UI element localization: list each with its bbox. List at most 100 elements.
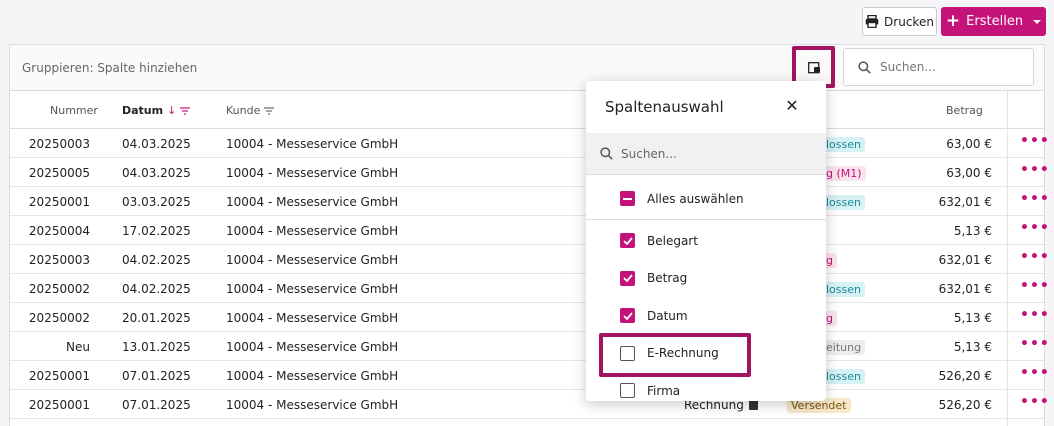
data-grid: Gruppieren: Spalte hinziehen Suchen... N… (9, 44, 1049, 426)
cell-betrag: 526,20 € (938, 398, 992, 412)
cell-nummer: 20250001 (28, 398, 90, 412)
grid-search-input[interactable]: Suchen... (843, 48, 1034, 86)
more-options-icon[interactable]: ••• (1020, 220, 1050, 236)
cell-betrag: 63,00 € (946, 137, 992, 151)
cell-kunde: 10004 - Messeservice GmbH (226, 398, 399, 412)
cell-kunde: 10004 - Messeservice GmbH (226, 166, 399, 180)
cell-datum: 03.03.2025 (122, 195, 191, 209)
popover-search-input[interactable]: Suchen... (586, 133, 826, 175)
cell-betrag: 526,20 € (938, 369, 992, 383)
indeterminate-checkbox-icon[interactable] (620, 191, 635, 206)
status-badge: g (M1) (822, 166, 866, 181)
more-options-icon[interactable]: ••• (1020, 278, 1050, 294)
group-panel-text: Gruppieren: Spalte hinziehen (22, 61, 198, 75)
search-icon (858, 60, 871, 74)
cell-datum: 17.02.2025 (122, 224, 191, 238)
printer-icon (865, 15, 879, 28)
table-row[interactable]: 20250002 20.01.2025 10004 - Messeservice G… (10, 303, 1049, 332)
filter-icon[interactable] (180, 106, 191, 115)
column-option-datum[interactable]: Datum (620, 308, 688, 323)
column-header-datum-label: Datum (122, 104, 164, 117)
cell-nummer: Neu (66, 340, 90, 354)
cell-betrag: 632,01 € (938, 253, 992, 267)
table-row[interactable]: 20250003 04.03.2025 10004 - Messeservice G… (10, 129, 1049, 158)
cell-kunde: 10004 - Messeservice GmbH (226, 369, 399, 383)
cell-kunde: 10004 - Messeservice GmbH (226, 311, 399, 325)
cell-betrag: 5,13 € (953, 311, 992, 325)
search-icon (600, 147, 613, 160)
filter-icon[interactable] (264, 106, 275, 115)
checkbox-checked-icon[interactable] (620, 270, 635, 286)
checkbox-unchecked-icon[interactable] (620, 383, 635, 398)
chevron-down-icon (1033, 19, 1042, 24)
column-option-betrag[interactable]: Betrag (620, 270, 688, 286)
column-option-belegart[interactable]: Belegart (620, 233, 698, 248)
column-header-betrag[interactable]: Betrag (946, 104, 983, 117)
column-option-label: Datum (647, 308, 688, 323)
table-row[interactable]: Neu 13.01.2025 10004 - Messeservice GmbH ei… (10, 332, 1049, 361)
status-badge: lossen (822, 282, 865, 297)
cell-betrag: 632,01 € (938, 282, 992, 296)
popover-title: Spaltenauswahl (605, 98, 724, 116)
sort-descending-icon: ↓ (167, 104, 177, 117)
status-badge: eitung (822, 340, 866, 355)
cell-betrag: 632,01 € (938, 195, 992, 209)
more-options-icon[interactable]: ••• (1020, 336, 1050, 352)
more-options-icon[interactable]: ••• (1020, 307, 1050, 323)
top-toolbar: Drucken + Erstellen (0, 0, 1054, 44)
cell-nummer: 20250003 (28, 253, 90, 267)
checkbox-checked-icon[interactable] (620, 308, 635, 323)
more-options-icon[interactable]: ••• (1020, 133, 1050, 149)
select-all-option[interactable]: Alles auswählen (620, 191, 744, 206)
column-header-kunde[interactable]: Kunde (226, 104, 275, 117)
popover-search-placeholder: Suchen... (621, 146, 677, 161)
table-row[interactable]: 20250005 04.03.2025 10004 - Messeservice G… (10, 158, 1049, 187)
cell-betrag: 5,13 € (953, 224, 992, 238)
cell-kunde: 10004 - Messeservice GmbH (226, 137, 399, 151)
cell-nummer: 20250002 (28, 282, 90, 296)
table-row[interactable]: 20250001 07.01.2025 10004 - Messeservice G… (10, 390, 1049, 419)
column-header-kunde-label: Kunde (226, 104, 261, 117)
close-icon[interactable]: ✕ (782, 95, 802, 115)
checkbox-checked-icon[interactable] (620, 233, 635, 248)
cell-nummer: 20250001 (28, 195, 90, 209)
cell-nummer: 20250003 (28, 137, 90, 151)
cell-nummer: 20250002 (28, 311, 90, 325)
cell-betrag: 63,00 € (946, 166, 992, 180)
cell-datum: 04.03.2025 (122, 166, 191, 180)
cell-datum: 20.01.2025 (122, 311, 191, 325)
table-row[interactable]: 20250004 17.02.2025 10004 - Messeservice G… (10, 216, 1049, 245)
cell-datum: 04.02.2025 (122, 282, 191, 296)
more-options-icon[interactable]: ••• (1020, 249, 1050, 265)
table-row[interactable]: 20250003 04.02.2025 10004 - Messeservice G… (10, 245, 1049, 274)
grid-search-placeholder: Suchen... (880, 60, 936, 74)
cell-kunde: 10004 - Messeservice GmbH (226, 195, 399, 209)
create-button[interactable]: + Erstellen (941, 7, 1046, 36)
more-options-icon[interactable]: ••• (1020, 394, 1050, 410)
more-options-icon[interactable]: ••• (1020, 365, 1050, 381)
cell-datum: 13.01.2025 (122, 340, 191, 354)
column-option-label: Firma (647, 383, 681, 398)
e-rechnung-highlight (599, 333, 751, 377)
create-label: Erstellen (966, 14, 1024, 29)
column-header-datum[interactable]: Datum ↓ (122, 104, 191, 117)
column-option-label: Belegart (647, 233, 698, 248)
column-option-firma[interactable]: Firma (620, 383, 680, 398)
table-row[interactable]: 20250002 04.02.2025 10004 - Messeservice G… (10, 274, 1049, 303)
table-row[interactable]: 20250001 03.03.2025 10004 - Messeservice G… (10, 187, 1049, 216)
popover-divider (586, 219, 826, 220)
cell-datum: 07.01.2025 (122, 369, 191, 383)
cell-datum: 07.01.2025 (122, 398, 191, 412)
column-header-nummer-label: Nummer (50, 104, 98, 117)
cell-betrag: 5,13 € (953, 340, 992, 354)
group-panel[interactable]: Gruppieren: Spalte hinziehen Suchen... (10, 45, 1044, 91)
column-option-label: Betrag (647, 271, 688, 285)
cell-kunde: 10004 - Messeservice GmbH (226, 340, 399, 354)
table-row[interactable]: 20250001 07.01.2025 10004 - Messeservice G… (10, 361, 1049, 390)
plus-icon: + (945, 11, 961, 31)
print-button[interactable]: Drucken (862, 7, 937, 36)
more-options-icon[interactable]: ••• (1020, 162, 1050, 178)
more-options-icon[interactable]: ••• (1020, 191, 1050, 207)
column-header-nummer[interactable]: Nummer (50, 104, 98, 117)
cell-nummer: 20250005 (28, 166, 90, 180)
